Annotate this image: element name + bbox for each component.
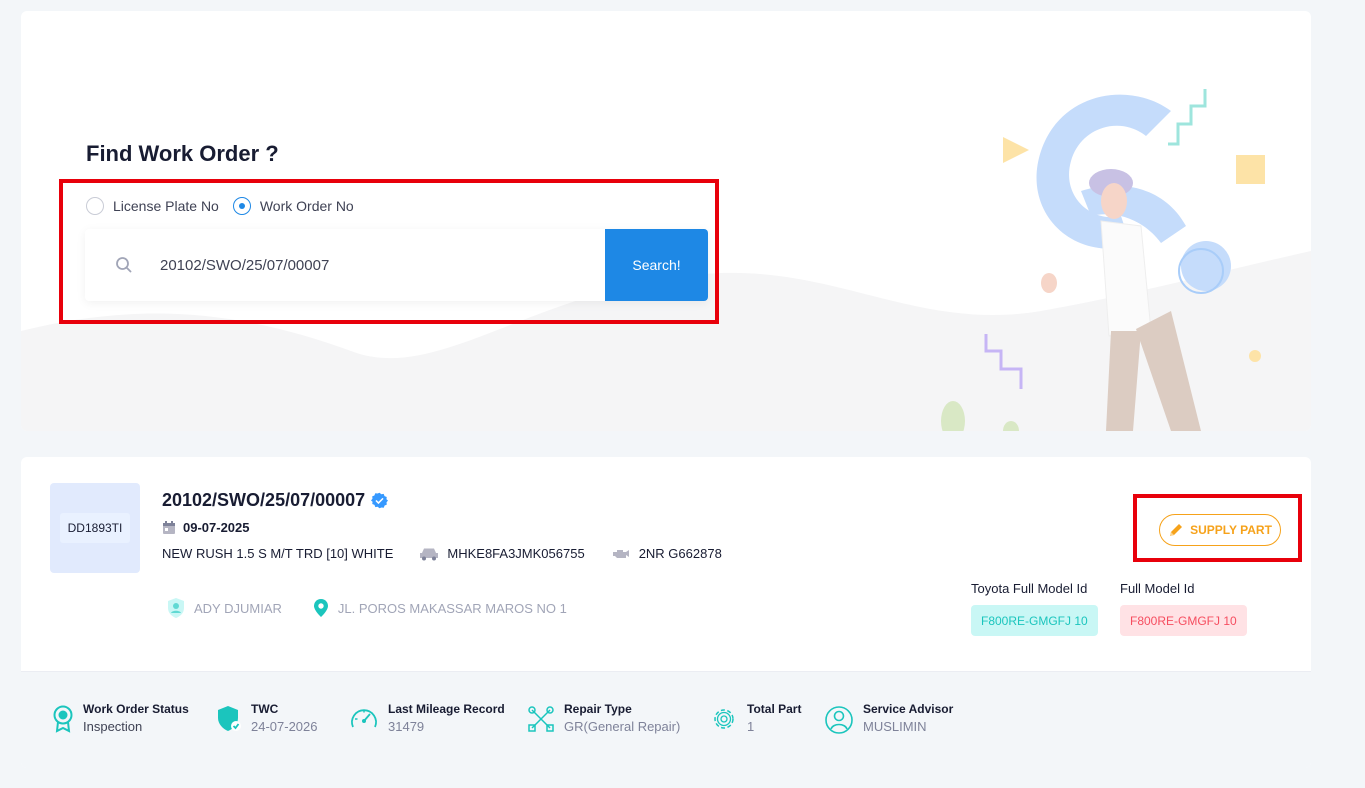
vehicle-vin: MHKE8FA3JMK056755: [419, 546, 585, 561]
work-order-stats-bar: Work Order Status Inspection TWC 24-07-2…: [21, 671, 1311, 768]
address-text: JL. POROS MAKASSAR MAROS NO 1: [337, 600, 567, 616]
stat-value: 24-07-2026: [251, 719, 318, 734]
find-work-order-title: Find Work Order ?: [86, 141, 279, 166]
stat-label: Work Order Status: [83, 702, 189, 716]
stat-value: 1: [747, 719, 755, 734]
car-icon: [420, 548, 439, 560]
stat-value: Inspection: [83, 719, 143, 734]
gear-icon: [714, 709, 734, 729]
license-plate-text: DD1893TI: [59, 513, 131, 543]
stat-label: TWC: [251, 702, 279, 716]
license-plate-box: DD1893TI: [50, 483, 140, 573]
vehicle-info-row: NEW RUSH 1.5 S M/T TRD [10] WHITE MHKE8F…: [162, 546, 748, 561]
supply-part-highlight-box: [1133, 494, 1302, 562]
calendar-icon: [163, 520, 175, 534]
toyota-full-model-label: Toyota Full Model Id: [971, 581, 1088, 596]
stat-last-mileage: Last Mileage Record 31479: [349, 702, 505, 734]
tools-icon: [528, 706, 554, 732]
user-shield-icon: [168, 598, 184, 618]
customer-name: ADY DJUMIAR: [166, 597, 282, 619]
customer-name-text: ADY DJUMIAR: [194, 600, 282, 616]
stat-twc: TWC 24-07-2026: [216, 702, 318, 734]
stat-label: Total Part: [747, 702, 802, 716]
badge-icon: [53, 705, 73, 733]
stat-repair-type: Repair Type GR(General Repair): [527, 702, 680, 734]
shield-check-icon: [218, 706, 241, 731]
verified-check-icon: [371, 492, 389, 509]
customer-info-row: ADY DJUMIAR JL. POROS MAKASSAR MAROS NO …: [166, 597, 597, 619]
user-circle-icon: [825, 706, 853, 734]
work-order-card: DD1893TI 20102/SWO/25/07/00007 09-07-202…: [21, 457, 1311, 768]
stat-label: Service Advisor: [863, 702, 954, 716]
search-highlight-box: [59, 179, 719, 324]
engine-icon: [612, 549, 629, 558]
stat-service-advisor: Service Advisor MUSLIMIN: [824, 702, 953, 735]
stat-work-order-status: Work Order Status Inspection: [52, 702, 189, 734]
stat-value: 31479: [388, 719, 425, 734]
full-model-label: Full Model Id: [1120, 581, 1195, 596]
location-pin-icon: [313, 599, 328, 617]
toyota-full-model-badge: F800RE-GMGFJ 10: [971, 605, 1098, 636]
vehicle-model: NEW RUSH 1.5 S M/T TRD [10] WHITE: [162, 546, 393, 561]
stat-label: Repair Type: [564, 702, 632, 716]
stat-value: GR(General Repair): [564, 719, 681, 734]
vehicle-engine: 2NR G662878: [611, 546, 722, 561]
work-order-number-text[interactable]: 20102/SWO/25/07/00007: [162, 490, 365, 511]
stat-label: Last Mileage Record: [388, 702, 505, 716]
work-order-number[interactable]: 20102/SWO/25/07/00007: [162, 490, 389, 511]
engine-text: 2NR G662878: [638, 546, 722, 561]
vin-text: MHKE8FA3JMK056755: [447, 546, 585, 561]
customer-address: JL. POROS MAKASSAR MAROS NO 1: [312, 598, 567, 618]
work-order-date: 09-07-2025: [162, 520, 250, 535]
full-model-badge: F800RE-GMGFJ 10: [1120, 605, 1247, 636]
vehicle-model-text: NEW RUSH 1.5 S M/T TRD [10] WHITE: [162, 546, 394, 561]
speedometer-icon: [351, 709, 377, 728]
stat-value: MUSLIMIN: [863, 719, 927, 734]
stat-total-part: Total Part 1: [710, 702, 801, 734]
date-text: 09-07-2025: [183, 520, 250, 535]
